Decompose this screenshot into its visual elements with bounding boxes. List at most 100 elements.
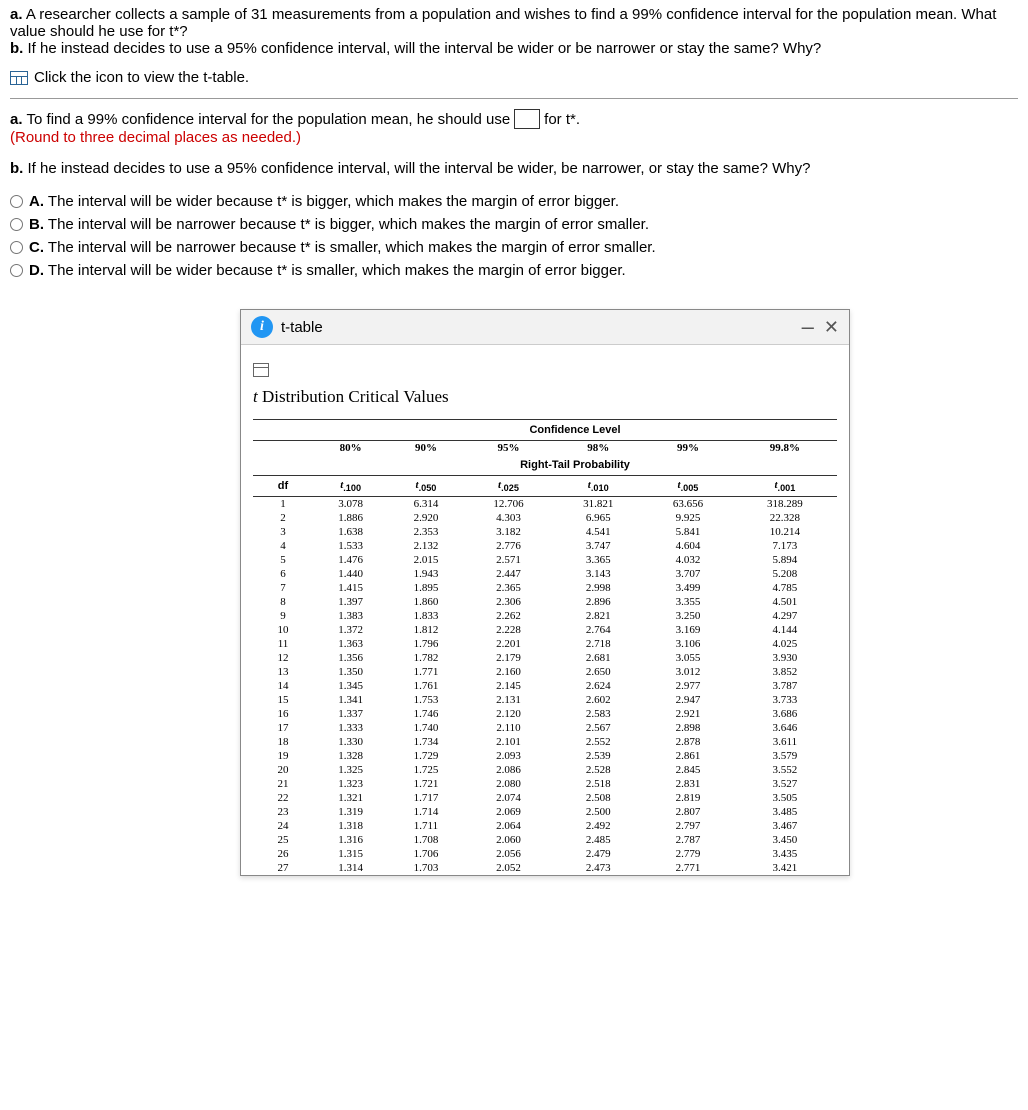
value-cell: 2.571 xyxy=(464,553,554,567)
option-b-row[interactable]: B. The interval will be narrower because… xyxy=(10,216,1018,233)
part-a-answer-post: for t*. xyxy=(544,111,580,128)
value-cell: 1.476 xyxy=(313,553,388,567)
df-cell: 10 xyxy=(253,623,313,637)
part-a-label: a. xyxy=(10,6,23,23)
df-cell: 18 xyxy=(253,735,313,749)
value-cell: 1.740 xyxy=(388,721,463,735)
expand-icon[interactable] xyxy=(253,363,269,377)
value-cell: 3.169 xyxy=(643,623,733,637)
value-cell: 3.055 xyxy=(643,651,733,665)
option-d-row[interactable]: D. The interval will be wider because t*… xyxy=(10,262,1018,279)
value-cell: 2.898 xyxy=(643,721,733,735)
table-row: 251.3161.7082.0602.4852.7873.450 xyxy=(253,833,837,847)
option-b-letter: B. xyxy=(29,216,44,233)
value-cell: 1.734 xyxy=(388,735,463,749)
part-b-label: b. xyxy=(10,40,23,57)
value-cell: 2.145 xyxy=(464,679,554,693)
value-cell: 2.508 xyxy=(553,791,643,805)
minimize-icon[interactable]: – xyxy=(802,321,814,333)
title-rest: Distribution Critical Values xyxy=(258,387,449,406)
value-cell: 3.505 xyxy=(733,791,837,805)
value-cell: 1.782 xyxy=(388,651,463,665)
value-cell: 2.921 xyxy=(643,707,733,721)
value-cell: 1.318 xyxy=(313,819,388,833)
value-cell: 5.208 xyxy=(733,567,837,581)
value-cell: 22.328 xyxy=(733,511,837,525)
df-cell: 12 xyxy=(253,651,313,665)
table-row: 101.3721.8122.2282.7643.1694.144 xyxy=(253,623,837,637)
option-a-letter: A. xyxy=(29,193,44,210)
view-table-text: Click the icon to view the t-table. xyxy=(34,69,249,86)
value-cell: 2.624 xyxy=(553,679,643,693)
t-table-body: 13.0786.31412.70631.82163.656318.28921.8… xyxy=(253,497,837,876)
value-cell: 2.681 xyxy=(553,651,643,665)
part-b-text: If he instead decides to use a 95% confi… xyxy=(28,40,822,57)
table-row: 121.3561.7822.1792.6813.0553.930 xyxy=(253,651,837,665)
value-cell: 3.747 xyxy=(553,539,643,553)
value-cell: 3.686 xyxy=(733,707,837,721)
value-cell: 3.787 xyxy=(733,679,837,693)
option-d-radio[interactable] xyxy=(10,264,23,277)
value-cell: 1.314 xyxy=(313,861,388,875)
df-cell: 9 xyxy=(253,609,313,623)
tail-header: t.100 xyxy=(313,476,388,497)
view-t-table-link[interactable]: Click the icon to view the t-table. xyxy=(10,69,1018,86)
part-a-text: A researcher collects a sample of 31 mea… xyxy=(10,6,996,40)
value-cell: 2.228 xyxy=(464,623,554,637)
value-cell: 2.947 xyxy=(643,693,733,707)
close-icon[interactable]: ✕ xyxy=(824,317,839,338)
value-cell: 3.707 xyxy=(643,567,733,581)
value-cell: 1.383 xyxy=(313,609,388,623)
value-cell: 3.527 xyxy=(733,777,837,791)
value-cell: 2.819 xyxy=(643,791,733,805)
df-cell: 14 xyxy=(253,679,313,693)
table-row: 151.3411.7532.1312.6022.9473.733 xyxy=(253,693,837,707)
value-cell: 2.064 xyxy=(464,819,554,833)
option-b-radio[interactable] xyxy=(10,218,23,231)
df-cell: 24 xyxy=(253,819,313,833)
value-cell: 1.341 xyxy=(313,693,388,707)
value-cell: 1.330 xyxy=(313,735,388,749)
value-cell: 63.656 xyxy=(643,497,733,512)
conf-header: 99.8% xyxy=(733,441,837,456)
value-cell: 1.796 xyxy=(388,637,463,651)
option-a-row[interactable]: A. The interval will be wider because t*… xyxy=(10,193,1018,210)
df-cell: 1 xyxy=(253,497,313,512)
value-cell: 1.703 xyxy=(388,861,463,875)
df-cell: 5 xyxy=(253,553,313,567)
value-cell: 1.860 xyxy=(388,595,463,609)
value-cell: 2.896 xyxy=(553,595,643,609)
table-row: 211.3231.7212.0802.5182.8313.527 xyxy=(253,777,837,791)
option-a-label: A. The interval will be wider because t*… xyxy=(29,193,619,210)
table-row: 231.3191.7142.0692.5002.8073.485 xyxy=(253,805,837,819)
option-c-label: C. The interval will be narrower because… xyxy=(29,239,656,256)
t-star-input[interactable] xyxy=(514,109,540,129)
value-cell: 2.492 xyxy=(553,819,643,833)
value-cell: 1.833 xyxy=(388,609,463,623)
tail-header: t.005 xyxy=(643,476,733,497)
df-cell: 23 xyxy=(253,805,313,819)
value-cell: 1.638 xyxy=(313,525,388,539)
table-row: 261.3151.7062.0562.4792.7793.435 xyxy=(253,847,837,861)
value-cell: 4.297 xyxy=(733,609,837,623)
option-a-radio[interactable] xyxy=(10,195,23,208)
tail-header: t.025 xyxy=(464,476,554,497)
value-cell: 3.450 xyxy=(733,833,837,847)
df-cell: 6 xyxy=(253,567,313,581)
value-cell: 4.144 xyxy=(733,623,837,637)
table-row: 271.3141.7032.0522.4732.7713.421 xyxy=(253,861,837,875)
value-cell: 2.552 xyxy=(553,735,643,749)
value-cell: 1.812 xyxy=(388,623,463,637)
value-cell: 4.501 xyxy=(733,595,837,609)
value-cell: 2.539 xyxy=(553,749,643,763)
option-c-row[interactable]: C. The interval will be narrower because… xyxy=(10,239,1018,256)
value-cell: 5.841 xyxy=(643,525,733,539)
option-c-radio[interactable] xyxy=(10,241,23,254)
value-cell: 2.201 xyxy=(464,637,554,651)
value-cell: 2.977 xyxy=(643,679,733,693)
value-cell: 3.467 xyxy=(733,819,837,833)
value-cell: 2.093 xyxy=(464,749,554,763)
value-cell: 2.807 xyxy=(643,805,733,819)
table-row: 111.3631.7962.2012.7183.1064.025 xyxy=(253,637,837,651)
value-cell: 2.160 xyxy=(464,665,554,679)
